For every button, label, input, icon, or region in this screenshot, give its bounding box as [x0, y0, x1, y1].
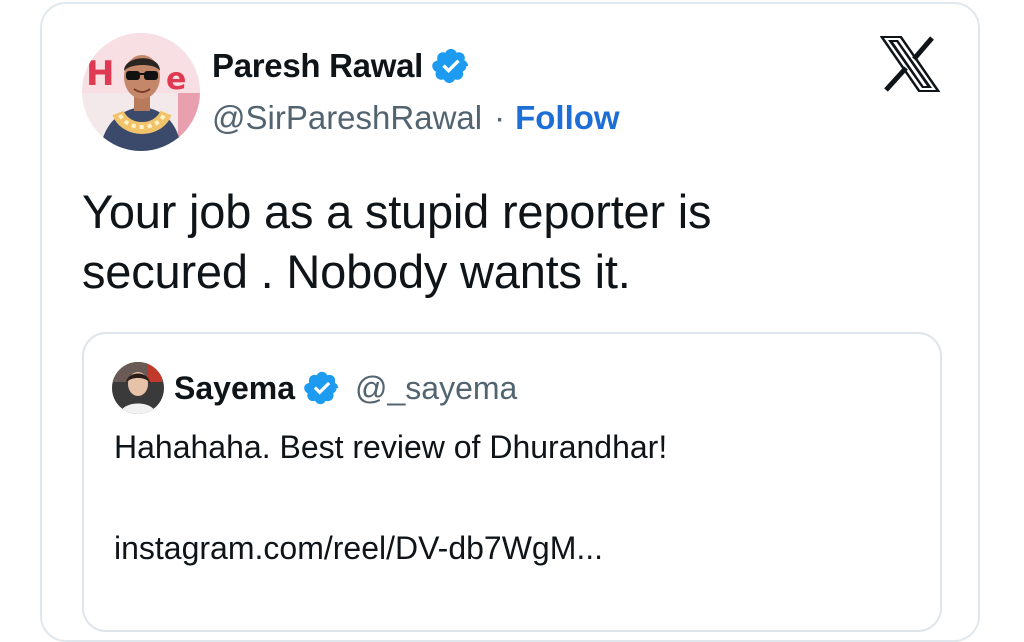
tweet-text: Your job as a stupid reporter is secured… [82, 182, 882, 302]
author-handle-row: @SirPareshRawal · Follow [212, 96, 620, 140]
verified-badge-icon [431, 46, 471, 86]
svg-text:H: H [86, 54, 114, 94]
quoted-tweet-link[interactable]: instagram.com/reel/DV-db7WgM... [114, 528, 603, 568]
follow-button[interactable]: Follow [515, 99, 619, 137]
author-name[interactable]: Paresh Rawal [212, 47, 423, 85]
tweet-text-line-2: secured . Nobody wants it. [82, 245, 631, 298]
quoted-author-handle[interactable]: @_sayema [355, 370, 517, 407]
author-avatar[interactable]: H e [82, 33, 200, 151]
svg-text:e: e [166, 62, 186, 97]
quoted-tweet-text: Hahahaha. Best review of Dhurandhar! [114, 429, 668, 465]
tweet-text-line-1: Your job as a stupid reporter is [82, 185, 712, 238]
separator-dot: · [494, 99, 506, 136]
quoted-author-row: Sayema @_sayema [174, 366, 517, 410]
author-name-row: Paresh Rawal [212, 44, 471, 88]
author-handle[interactable]: @SirPareshRawal [212, 99, 482, 137]
verified-badge-icon [303, 369, 341, 407]
x-logo-icon[interactable] [879, 35, 941, 93]
quoted-author-avatar[interactable] [112, 362, 164, 414]
quoted-author-name[interactable]: Sayema [174, 370, 295, 407]
